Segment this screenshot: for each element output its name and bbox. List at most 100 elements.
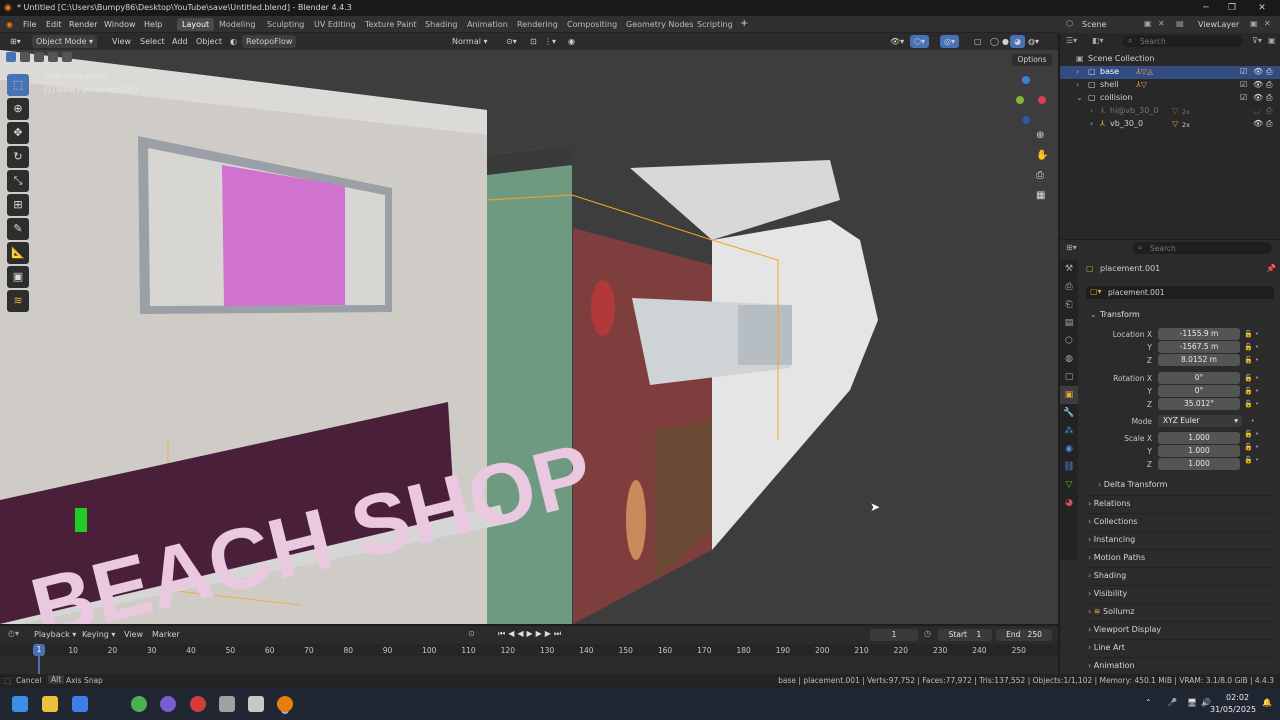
outliner-row-scene-collection[interactable]: ▣ Scene Collection: [1060, 53, 1280, 66]
discord-icon[interactable]: [160, 696, 176, 712]
checkbox-icon[interactable]: ☑: [1240, 93, 1247, 102]
camera-icon[interactable]: ⎙: [1266, 106, 1272, 116]
camera-icon[interactable]: ⎙: [1266, 93, 1272, 103]
panel-delta-transform[interactable]: › Delta Transform: [1098, 477, 1268, 493]
data-tab-icon[interactable]: ▽: [1060, 476, 1078, 494]
navigation-gizmo[interactable]: [1002, 76, 1048, 124]
workspace-tab-geometry-nodes[interactable]: Geometry Nodes: [621, 18, 698, 31]
panel-line-art[interactable]: › Line Art: [1088, 639, 1274, 655]
workspace-tab-uv-editing[interactable]: UV Editing: [309, 18, 361, 31]
checkbox-icon[interactable]: ☑: [1240, 80, 1247, 89]
outliner-row-base[interactable]: › ▢ base ⅄▽◬ ☑ 👁 ⎙: [1060, 66, 1280, 79]
view-layer-tab-icon[interactable]: ▤: [1060, 314, 1078, 332]
blender-taskbar-icon[interactable]: [277, 696, 293, 712]
workspace-tab-modeling[interactable]: Modeling: [214, 18, 260, 31]
menu-edit[interactable]: Edit: [46, 20, 62, 29]
maximize-icon[interactable]: ❐: [1222, 1, 1242, 15]
properties-editor-icon[interactable]: ⊞▾: [1066, 243, 1077, 252]
lock-icon[interactable]: 🔓 •: [1244, 441, 1272, 454]
scene-name[interactable]: Scene: [1082, 20, 1106, 29]
network-icon[interactable]: 🖥: [1187, 698, 1197, 707]
rotate-tool-icon[interactable]: ↻: [7, 146, 29, 168]
object-tab-icon[interactable]: ▣: [1060, 386, 1078, 404]
clock-time[interactable]: 02:02: [1226, 693, 1249, 702]
menu-render[interactable]: Render: [69, 20, 97, 29]
lock-icon[interactable]: 🔓 •: [1244, 385, 1272, 398]
menu-object[interactable]: Object: [192, 35, 226, 48]
lock-icon[interactable]: 🔓 •: [1244, 372, 1272, 385]
lock-icon[interactable]: 🔓 •: [1244, 341, 1272, 354]
new-scene-icon[interactable]: ▣: [1144, 19, 1152, 28]
workspace-tab-compositing[interactable]: Compositing: [562, 18, 622, 31]
steam-icon[interactable]: [101, 696, 117, 712]
camera-view-icon[interactable]: ⎙: [1036, 170, 1044, 181]
scene-tab-icon[interactable]: ⬡: [1060, 332, 1078, 350]
panel-shading[interactable]: › Shading: [1088, 567, 1274, 583]
orientation-selector[interactable]: Normal ▾: [448, 35, 492, 48]
app-icon[interactable]: [190, 696, 206, 712]
panel-sollumz[interactable]: › ≋ Sollumz: [1088, 603, 1274, 619]
windows-start-icon[interactable]: [12, 696, 28, 712]
menu-view[interactable]: View: [108, 35, 135, 48]
transform-panel-title[interactable]: Transform: [1100, 310, 1140, 319]
options-button[interactable]: Options: [1012, 54, 1052, 66]
location-z-field[interactable]: 8.0152 m: [1158, 354, 1240, 366]
lock-icon[interactable]: 🔓 •: [1244, 328, 1272, 341]
scale-tool-icon[interactable]: ⤡: [7, 170, 29, 192]
playback-menu[interactable]: Playback ▾: [30, 628, 80, 641]
measure-tool-icon[interactable]: 📐: [7, 242, 29, 264]
shading-material-icon[interactable]: ◕: [1010, 35, 1025, 48]
material-tab-icon[interactable]: ◕: [1060, 494, 1078, 512]
start-frame-field[interactable]: Start 1: [938, 629, 992, 641]
modifier-tab-icon[interactable]: 🔧: [1060, 404, 1078, 422]
close-icon[interactable]: ✕: [1252, 1, 1272, 15]
menu-file[interactable]: File: [23, 20, 36, 29]
snap-target-icon[interactable]: ⋮▾: [540, 35, 560, 48]
eye-icon[interactable]: 👁: [1253, 67, 1263, 76]
add-cube-tool-icon[interactable]: ▣: [7, 266, 29, 288]
ortho-grid-icon[interactable]: ▦: [1036, 190, 1045, 201]
tool-tab-icon[interactable]: ⚒: [1060, 260, 1078, 278]
expand-icon[interactable]: ›: [1090, 106, 1093, 115]
outliner-row-shell[interactable]: › ▢ shell ⅄▽ ☑ 👁 ⎙: [1060, 79, 1280, 92]
proportional-edit-icon[interactable]: ◉: [564, 35, 579, 48]
shading-rendered-icon[interactable]: ◍▾: [1024, 35, 1043, 48]
outliner-row-collision[interactable]: ⌄ ▢ collision ☑ 👁 ⎙: [1060, 92, 1280, 105]
select-invert-icon[interactable]: [48, 52, 58, 62]
expand-icon[interactable]: ›: [1076, 80, 1079, 89]
visibility-icon[interactable]: 👁▾: [886, 35, 908, 48]
menu-help[interactable]: Help: [144, 20, 162, 29]
collapse-icon[interactable]: ⌄: [1076, 93, 1083, 102]
gizmo-y-axis[interactable]: [1016, 96, 1024, 104]
notification-icon[interactable]: 🔔: [1262, 698, 1272, 707]
add-workspace-icon[interactable]: +: [740, 18, 748, 29]
snap-icon[interactable]: ⊡: [526, 35, 541, 48]
file-explorer-icon[interactable]: [42, 696, 58, 712]
eye-hidden-icon[interactable]: ◡: [1253, 106, 1260, 115]
mode-selector[interactable]: Object Mode ▾: [32, 35, 97, 48]
rotation-x-field[interactable]: 0°: [1158, 372, 1240, 384]
rotation-mode-select[interactable]: XYZ Euler ▾: [1158, 415, 1242, 427]
location-y-field[interactable]: -1567.5 m: [1158, 341, 1240, 353]
cursor-tool-icon[interactable]: ⊕: [7, 98, 29, 120]
scale-z-field[interactable]: 1.000: [1158, 458, 1240, 470]
panel-collections[interactable]: › Collections: [1088, 513, 1274, 529]
display-mode-icon[interactable]: ◧▾: [1092, 36, 1104, 45]
menu-select[interactable]: Select: [136, 35, 169, 48]
gizmo-toggle-icon[interactable]: ⬡▾: [910, 35, 929, 48]
delete-scene-icon[interactable]: ✕: [1158, 19, 1165, 28]
output-tab-icon[interactable]: ⎗: [1060, 296, 1078, 314]
select-box-tool-icon[interactable]: ⬚: [7, 74, 29, 96]
lock-icon[interactable]: 🔓 •: [1244, 454, 1272, 467]
tray-chevron-icon[interactable]: ⌃: [1145, 698, 1152, 707]
pin-icon[interactable]: 📌: [1266, 264, 1276, 273]
workspace-tab-scripting[interactable]: Scripting: [692, 18, 738, 31]
eye-icon[interactable]: 👁: [1253, 80, 1263, 89]
timeline-editor-icon[interactable]: ◴▾: [8, 629, 19, 638]
outliner-row-vb[interactable]: › ⅄ vb_30_0 ▽ 2x 👁 ⎙: [1060, 118, 1280, 131]
preview-range-icon[interactable]: ◷: [924, 629, 931, 638]
workspace-tab-layout[interactable]: Layout: [177, 18, 215, 31]
camera-icon[interactable]: ⎙: [1266, 80, 1272, 90]
retopoflow-menu[interactable]: RetopoFlow: [242, 35, 297, 48]
menu-window[interactable]: Window: [104, 20, 136, 29]
